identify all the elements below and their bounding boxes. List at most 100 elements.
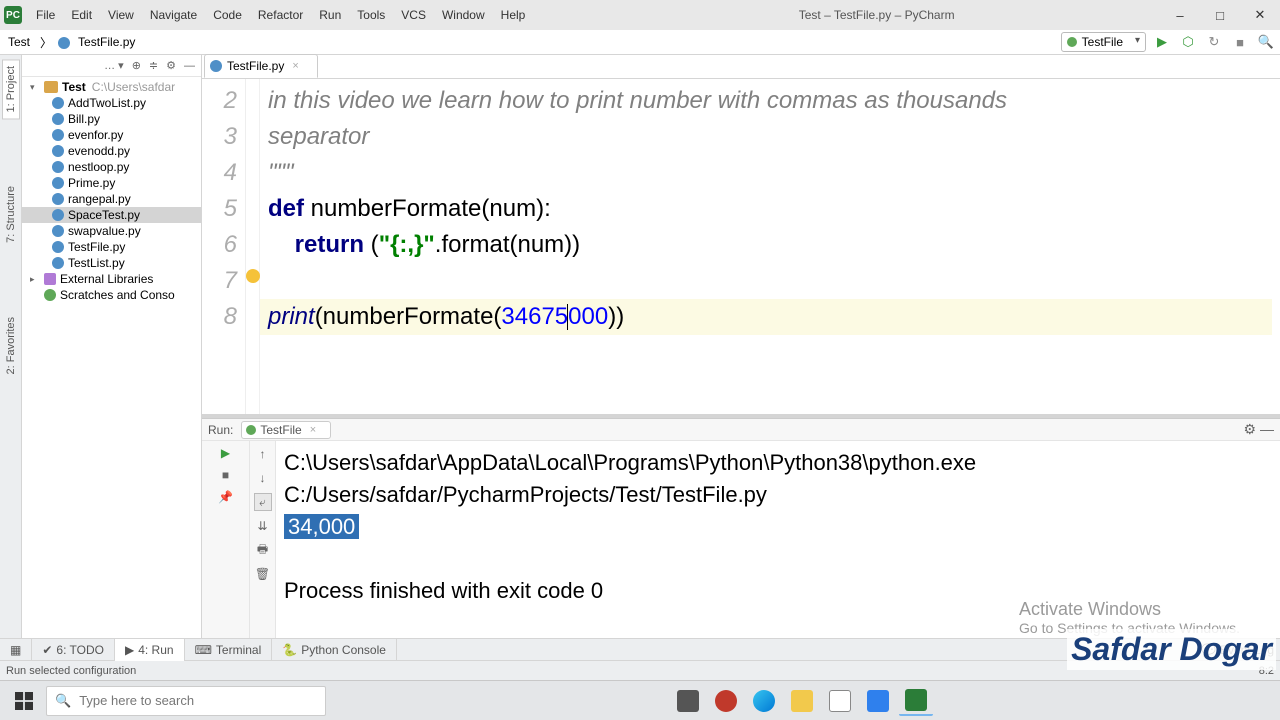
collapse-icon[interactable]: ≑ xyxy=(149,59,158,72)
scroll-to-end-icon[interactable]: ⇊ xyxy=(254,517,272,535)
structure-tool-tab[interactable]: 7: Structure xyxy=(2,179,20,250)
tree-scratches-label: Scratches and Conso xyxy=(60,288,175,302)
down-icon[interactable]: ↓ xyxy=(254,469,272,487)
tool-window-button[interactable]: ▦ xyxy=(0,639,32,661)
run-settings-gear-icon[interactable]: ⚙ — xyxy=(1244,421,1274,438)
library-icon xyxy=(44,273,56,285)
print-icon[interactable]: 🖶 xyxy=(254,541,272,559)
debug-button[interactable]: ⬡ xyxy=(1178,32,1198,52)
editor-tab-bar: TestFile.py × xyxy=(202,55,1280,79)
pin-icon[interactable]: 📌 xyxy=(218,489,234,505)
tree-root[interactable]: ▾ Test C:\Users\safdar xyxy=(22,79,201,95)
tree-scratches[interactable]: Scratches and Conso xyxy=(22,287,201,303)
breadcrumb-file[interactable]: TestFile.py xyxy=(74,35,139,49)
code-token: (num): xyxy=(481,195,550,222)
tree-file[interactable]: AddTwoList.py xyxy=(22,95,201,111)
project-view-combo[interactable]: … ▾ xyxy=(104,59,124,72)
tree-file[interactable]: TestList.py xyxy=(22,255,201,271)
code-area[interactable]: in this video we learn how to print numb… xyxy=(260,79,1280,414)
menu-help[interactable]: Help xyxy=(493,8,534,22)
search-everywhere-button[interactable]: 🔍 xyxy=(1256,32,1276,52)
console-line: C:\Users\safdar\AppData\Local\Programs\P… xyxy=(284,447,1272,479)
tree-file[interactable]: TestFile.py xyxy=(22,239,201,255)
taskbar-search[interactable]: 🔍 Type here to search xyxy=(46,686,326,716)
editor-tab[interactable]: TestFile.py × xyxy=(204,54,318,78)
tree-file[interactable]: swapvalue.py xyxy=(22,223,201,239)
tree-file-label: evenodd.py xyxy=(68,144,130,158)
tree-file[interactable]: nestloop.py xyxy=(22,159,201,175)
run-tab[interactable]: TestFile × xyxy=(241,421,331,439)
rerun-button[interactable]: ↻ xyxy=(1204,32,1224,52)
start-button[interactable] xyxy=(6,686,42,716)
taskbar-app-edge[interactable] xyxy=(747,686,781,716)
taskbar-app-store[interactable] xyxy=(823,686,857,716)
stop-button[interactable]: ■ xyxy=(1230,32,1250,52)
code-token: print xyxy=(268,303,315,330)
menu-vcs[interactable]: VCS xyxy=(393,8,434,22)
settings-gear-icon[interactable]: ⚙ xyxy=(166,59,176,72)
up-icon[interactable]: ↑ xyxy=(254,445,272,463)
stop-icon[interactable]: ■ xyxy=(218,467,234,483)
window-minimize-button[interactable]: – xyxy=(1160,0,1200,30)
taskbar-app-record[interactable] xyxy=(709,686,743,716)
taskbar-app-explorer[interactable] xyxy=(785,686,819,716)
tree-file[interactable]: evenfor.py xyxy=(22,127,201,143)
run-tool-tab[interactable]: ▶4: Run xyxy=(115,639,185,661)
terminal-tool-tab[interactable]: ⌨Terminal xyxy=(185,639,273,661)
tree-file[interactable]: evenodd.py xyxy=(22,143,201,159)
python-file-icon xyxy=(52,145,64,157)
console-output-selected: 34,000 xyxy=(284,514,359,539)
expand-arrow-icon[interactable]: ▾ xyxy=(30,82,40,93)
tree-file-label: Bill.py xyxy=(68,112,100,126)
run-config-selector[interactable]: TestFile xyxy=(1061,32,1146,52)
menu-navigate[interactable]: Navigate xyxy=(142,8,205,22)
tree-libs-label: External Libraries xyxy=(60,272,153,286)
taskbar-app-pycharm[interactable] xyxy=(899,686,933,716)
project-toolbar: … ▾ ⊕ ≑ ⚙ — xyxy=(22,55,201,77)
hide-panel-icon[interactable]: — xyxy=(184,60,195,72)
menu-run[interactable]: Run xyxy=(311,8,349,22)
rerun-icon[interactable]: ▶ xyxy=(218,445,234,461)
tree-file[interactable]: Prime.py xyxy=(22,175,201,191)
tree-file[interactable]: rangepal.py xyxy=(22,191,201,207)
code-token: return xyxy=(268,231,364,258)
soft-wrap-icon[interactable]: ⤶ xyxy=(254,493,272,511)
intention-bulb-icon[interactable] xyxy=(246,269,260,283)
menu-edit[interactable]: Edit xyxy=(63,8,100,22)
python-console-tool-tab[interactable]: 🐍Python Console xyxy=(272,639,397,661)
menu-code[interactable]: Code xyxy=(205,8,250,22)
tree-file-selected[interactable]: SpaceTest.py xyxy=(22,207,201,223)
python-file-icon xyxy=(52,241,64,253)
close-run-tab-icon[interactable]: × xyxy=(310,424,316,436)
menu-tools[interactable]: Tools xyxy=(349,8,393,22)
status-message: Run selected configuration xyxy=(6,665,136,677)
console-line: C:/Users/safdar/PycharmProjects/Test/Tes… xyxy=(284,479,1272,511)
menu-view[interactable]: View xyxy=(100,8,142,22)
fold-gutter xyxy=(246,79,260,414)
project-tree[interactable]: ▾ Test C:\Users\safdar AddTwoList.py Bil… xyxy=(22,77,201,638)
project-tool-tab[interactable]: 1: Project xyxy=(2,59,20,119)
expand-arrow-icon[interactable]: ▸ xyxy=(30,274,40,285)
trash-icon[interactable]: 🗑 xyxy=(254,565,272,583)
breadcrumb-root[interactable]: Test xyxy=(4,35,34,49)
tree-file[interactable]: Bill.py xyxy=(22,111,201,127)
run-button[interactable]: ▶ xyxy=(1152,32,1172,52)
window-close-button[interactable]: ✕ xyxy=(1240,0,1280,30)
code-editor[interactable]: 2345678 in this video we learn how to pr… xyxy=(202,79,1280,414)
task-view-icon[interactable] xyxy=(671,686,705,716)
tree-external-libs[interactable]: ▸ External Libraries xyxy=(22,271,201,287)
window-maximize-button[interactable]: □ xyxy=(1200,0,1240,30)
taskbar-app-mail[interactable] xyxy=(861,686,895,716)
todo-tool-tab[interactable]: ✔6: TODO xyxy=(32,639,115,661)
menu-window[interactable]: Window xyxy=(434,8,493,22)
close-tab-icon[interactable]: × xyxy=(292,60,298,72)
locate-icon[interactable]: ⊕ xyxy=(132,59,141,72)
menu-refactor[interactable]: Refactor xyxy=(250,8,311,22)
search-icon: 🔍 xyxy=(55,693,71,709)
favorites-tool-tab[interactable]: 2: Favorites xyxy=(2,310,20,381)
menu-file[interactable]: File xyxy=(28,8,63,22)
tree-root-path: C:\Users\safdar xyxy=(92,80,175,94)
folder-icon xyxy=(44,81,58,93)
code-token: ( xyxy=(364,231,379,258)
code-token: )) xyxy=(608,303,624,330)
